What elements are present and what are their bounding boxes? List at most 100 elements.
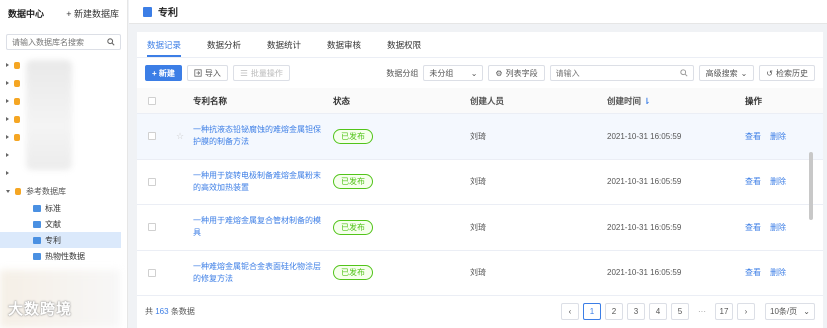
page-title: 专利 [158, 8, 178, 19]
list-fields-button[interactable]: ⚙ 列表字段 [488, 65, 545, 81]
time-cell: 2021-10-31 16:05:59 [607, 222, 682, 232]
page-button[interactable]: 5 [671, 302, 689, 320]
sidebar-search[interactable] [6, 34, 121, 50]
search-icon[interactable] [679, 69, 688, 77]
patent-name-link[interactable]: 一种用于难熔金属复合管材制备的模具 [193, 215, 333, 239]
group-select[interactable]: 未分组 ⌄ [423, 65, 484, 81]
column-header-ops: 操作 [745, 95, 763, 106]
caret-right-icon[interactable] [6, 63, 9, 67]
database-icon [14, 133, 20, 141]
table-header: 专利名称 状态 创建人员 创建时间 ⇂ 操作 [137, 88, 823, 114]
import-button[interactable]: 导入 [186, 65, 228, 81]
table-row[interactable]: 一种用于旋转电极制备难熔金属粉末的高效加热装置 已发布 刘琦 2021-10-3… [137, 160, 823, 205]
sidebar-header: 数据中心 + 新建数据库 [0, 0, 127, 26]
sidebar-title: 数据中心 [8, 8, 45, 19]
new-database-button[interactable]: + 新建数据库 [66, 7, 119, 20]
creator-cell: 刘琦 [470, 177, 486, 187]
page-button[interactable]: 3 [627, 302, 645, 320]
star-icon[interactable]: ☆ [167, 131, 193, 142]
next-page-button[interactable]: › [737, 302, 755, 320]
search-history-button[interactable]: ↺ 检索历史 [759, 65, 815, 81]
database-icon [15, 187, 21, 195]
tree-item-reference-db[interactable]: 参考数据库 [0, 182, 127, 200]
delete-link[interactable]: 删除 [770, 176, 786, 187]
table-row[interactable]: 一种难熔金属铌合金表面硅化物涂层的修复方法 已发布 刘琦 2021-10-31 … [137, 251, 823, 296]
tab-records[interactable]: 数据记录 [147, 39, 182, 57]
prev-page-button[interactable]: ‹ [561, 302, 579, 320]
blurred-region [26, 60, 72, 170]
creator-cell: 刘琦 [470, 131, 486, 141]
delete-link[interactable]: 删除 [770, 131, 786, 142]
caret-down-icon[interactable] [6, 189, 10, 193]
view-link[interactable]: 查看 [745, 131, 761, 142]
view-link[interactable]: 查看 [745, 176, 761, 187]
patent-name-link[interactable]: 一种用于旋转电极制备难熔金属粉末的高效加热装置 [193, 170, 333, 194]
list-fields-label: 列表字段 [505, 68, 538, 78]
tab-permissions[interactable]: 数据权限 [387, 39, 421, 57]
table-footer: 共 163 条数据 ‹ 1 2 3 4 5 ··· 17 › 10条/页 ⌄ [137, 300, 823, 322]
tree-label-reference-db: 参考数据库 [26, 186, 66, 196]
watermark: 大数跨境 [8, 301, 73, 318]
row-checkbox[interactable] [148, 268, 156, 277]
view-link[interactable]: 查看 [745, 222, 761, 233]
tree-child-standard[interactable]: 标准 [0, 200, 121, 216]
table-row[interactable]: ☆ 一种抗液态铅铋腐蚀的难熔金属钽保护膜的制备方法 已发布 刘琦 2021-10… [137, 114, 823, 160]
page-size-select[interactable]: 10条/页 ⌄ [765, 302, 815, 320]
time-cell: 2021-10-31 16:05:59 [607, 177, 682, 187]
total-prefix: 共 [145, 306, 153, 316]
time-cell: 2021-10-31 16:05:59 [607, 131, 682, 141]
patent-name-link[interactable]: 一种难熔金属铌合金表面硅化物涂层的修复方法 [193, 261, 333, 285]
row-checkbox[interactable] [148, 132, 156, 141]
page-button[interactable]: 1 [583, 302, 601, 320]
total-number: 163 [155, 306, 169, 316]
tree-child-literature[interactable]: 文献 [0, 216, 121, 232]
database-search-input[interactable] [12, 37, 102, 47]
import-label: 导入 [204, 68, 221, 78]
group-select-value: 未分组 [429, 68, 454, 78]
batch-operation-button[interactable]: 批量操作 [232, 65, 290, 81]
column-header-time-label: 创建时间 [607, 95, 642, 106]
batch-label: 批量操作 [250, 68, 283, 78]
caret-right-icon[interactable] [6, 171, 9, 175]
total-suffix: 条数据 [170, 306, 195, 316]
vertical-scrollbar[interactable] [809, 152, 813, 220]
caret-right-icon[interactable] [6, 117, 9, 121]
row-checkbox[interactable] [148, 223, 156, 232]
new-record-button[interactable]: + 新建 [145, 65, 182, 81]
delete-link[interactable]: 删除 [770, 267, 786, 278]
view-link[interactable]: 查看 [745, 267, 761, 278]
tab-analysis[interactable]: 数据分析 [207, 39, 241, 57]
tab-review[interactable]: 数据审核 [327, 39, 361, 57]
main-panel: 数据记录 数据分析 数据统计 数据审核 数据权限 + 新建 导入 批量操作 数据… [137, 32, 823, 328]
patent-name-link[interactable]: 一种抗液态铅铋腐蚀的难熔金属钽保护膜的制备方法 [193, 124, 333, 148]
advanced-search-button[interactable]: 高级搜索 ⌄ [698, 65, 755, 81]
select-all-checkbox[interactable] [148, 96, 156, 105]
page-button[interactable]: 4 [649, 302, 667, 320]
table-row[interactable]: 一种用于难熔金属复合管材制备的模具 已发布 刘琦 2021-10-31 16:0… [137, 205, 823, 251]
tree-child-patent[interactable]: 专利 [0, 232, 121, 248]
caret-right-icon[interactable] [6, 81, 9, 85]
column-header-name: 专利名称 [193, 95, 228, 106]
page-ellipsis[interactable]: ··· [693, 302, 711, 320]
sort-icon[interactable]: ⇂ [643, 96, 650, 106]
column-header-time[interactable]: 创建时间 ⇂ [607, 95, 745, 107]
caret-right-icon[interactable] [6, 153, 9, 157]
status-badge: 已发布 [333, 219, 373, 235]
tree-child-label: 专利 [45, 235, 61, 245]
tab-statistics[interactable]: 数据统计 [267, 39, 301, 57]
total-count: 共 163 条数据 [145, 306, 195, 317]
caret-right-icon[interactable] [6, 99, 9, 103]
record-search-input[interactable] [555, 68, 666, 78]
tree-child-thermal-data[interactable]: 热物性数据 [0, 248, 121, 264]
history-icon: ↺ [766, 68, 773, 78]
page-button[interactable]: 2 [605, 302, 623, 320]
pagination: ‹ 1 2 3 4 5 ··· 17 › 10条/页 ⌄ [561, 302, 815, 320]
search-icon[interactable] [107, 38, 115, 46]
caret-right-icon[interactable] [6, 135, 9, 139]
record-search[interactable] [549, 65, 694, 81]
page-button[interactable]: 17 [715, 302, 733, 320]
delete-link[interactable]: 删除 [770, 222, 786, 233]
column-header-creator: 创建人员 [470, 95, 505, 106]
row-checkbox[interactable] [148, 177, 156, 186]
column-header-status: 状态 [333, 95, 351, 106]
